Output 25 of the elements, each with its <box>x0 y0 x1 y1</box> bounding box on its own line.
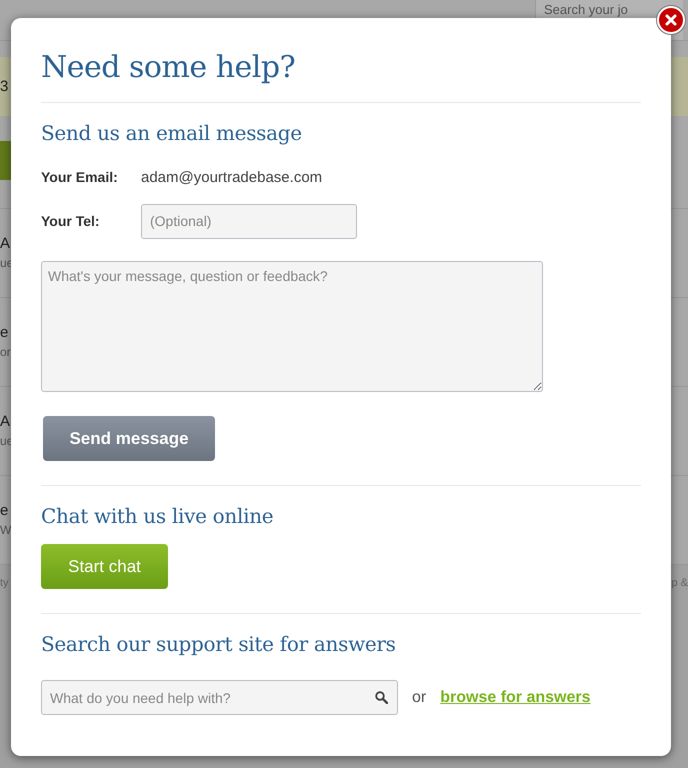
list-item-title: e <box>0 502 8 520</box>
notice-text: 3 <box>0 78 8 96</box>
section-heading: Search our support site for answers <box>41 632 397 656</box>
browse-answers-link[interactable]: browse for answers <box>440 688 591 706</box>
tel-field[interactable]: (Optional) <box>141 204 357 238</box>
list-item-subtitle: or <box>0 345 11 360</box>
footer-text: ty <box>0 576 9 591</box>
send-message-button[interactable]: Send message <box>43 416 215 461</box>
email-value: adam@yourtradebase.com <box>141 168 322 186</box>
list-item-title: A <box>0 413 10 430</box>
section-heading: Chat with us live online <box>41 504 274 528</box>
field-label: Your Email: <box>41 169 119 185</box>
field-label: Your Tel: <box>41 213 101 229</box>
list-item-subtitle: W <box>0 523 12 538</box>
search-icon[interactable] <box>375 691 388 704</box>
close-icon <box>665 14 677 26</box>
close-button[interactable] <box>657 6 685 34</box>
list-item-title: A <box>0 235 10 252</box>
list-item-title: e <box>0 324 8 342</box>
or-text: or <box>412 688 426 706</box>
start-chat-button[interactable]: Start chat <box>41 544 168 589</box>
message-field[interactable]: What's your message, question or feedback? <box>41 261 543 392</box>
dialog-title: Need some help? <box>41 50 296 85</box>
section-heading: Send us an email message <box>41 121 303 145</box>
support-search-field[interactable]: What do you need help with? <box>41 680 398 715</box>
